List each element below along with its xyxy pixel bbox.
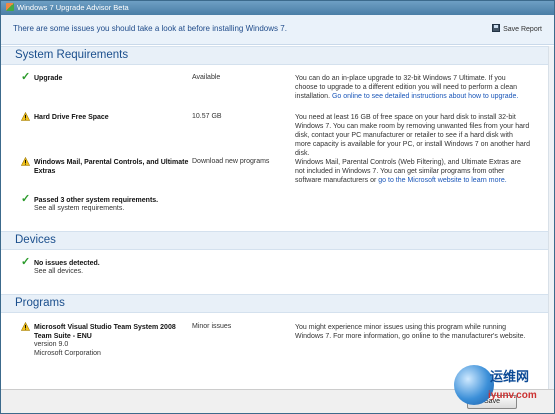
window-title: Windows 7 Upgrade Advisor Beta	[17, 3, 129, 12]
vertical-scrollbar[interactable]	[548, 46, 554, 391]
save-report-label: Save Report	[503, 26, 542, 33]
save-report-button[interactable]: Save Report	[492, 24, 542, 33]
section-title: System Requirements	[15, 49, 129, 61]
summary-text: Passed 3 other system requirements.	[34, 197, 159, 204]
requirement-status: Download new programs	[192, 158, 270, 165]
summary-text: No issues detected.	[34, 260, 100, 267]
check-icon: ✓	[21, 193, 31, 205]
section-title: Programs	[15, 297, 65, 309]
program-description: You might experience minor issues using …	[295, 324, 526, 340]
program-status: Minor issues	[192, 323, 232, 330]
watermark-url: iyunv.com	[488, 390, 537, 401]
summary-message: There are some issues you should take a …	[13, 24, 287, 33]
requirement-description: Windows Mail, Parental Controls (Web Fil…	[295, 158, 530, 185]
watermark-title: 运维网	[490, 369, 530, 384]
microsoft-website-link[interactable]: go to the Microsoft website to learn mor…	[378, 177, 506, 184]
program-name: Microsoft Visual Studio Team System 2008…	[34, 324, 176, 340]
requirement-status: Available	[192, 74, 221, 81]
section-devices: Devices	[1, 231, 554, 250]
check-icon: ✓	[21, 256, 31, 268]
see-all-requirements-link[interactable]: See all system requirements.	[34, 205, 124, 212]
warning-icon	[21, 322, 30, 331]
summary-header: There are some issues you should take a …	[1, 15, 554, 45]
requirement-name: Upgrade	[34, 75, 63, 82]
see-all-devices-link[interactable]: See all devices.	[34, 268, 83, 275]
floppy-disk-icon	[492, 24, 501, 32]
requirement-name: Hard Drive Free Space	[34, 114, 109, 121]
requirement-status: 10.57 GB	[192, 113, 222, 120]
section-programs: Programs	[1, 294, 554, 313]
watermark-logo: 运维网 iyunv.com	[450, 363, 550, 411]
warning-icon	[21, 157, 30, 166]
requirement-name: Windows Mail, Parental Controls, and Ult…	[34, 159, 189, 175]
requirement-description: You can do an in-place upgrade to 32-bit…	[295, 74, 530, 101]
program-version: version 9.0	[34, 341, 69, 348]
app-icon	[6, 3, 14, 11]
section-system-requirements: System Requirements	[1, 46, 554, 65]
upgrade-instructions-link[interactable]: Go online to see detailed instructions a…	[332, 93, 518, 100]
title-bar: Windows 7 Upgrade Advisor Beta	[1, 1, 554, 15]
requirement-description: You need at least 16 GB of free space on…	[295, 114, 530, 157]
report-content[interactable]: System Requirements ✓ Upgrade Available …	[1, 46, 554, 391]
program-publisher: Microsoft Corporation	[34, 350, 101, 357]
warning-icon	[21, 112, 30, 121]
section-title: Devices	[15, 234, 56, 246]
upgrade-advisor-window: Windows 7 Upgrade Advisor Beta There are…	[0, 0, 555, 414]
check-icon: ✓	[21, 71, 31, 83]
